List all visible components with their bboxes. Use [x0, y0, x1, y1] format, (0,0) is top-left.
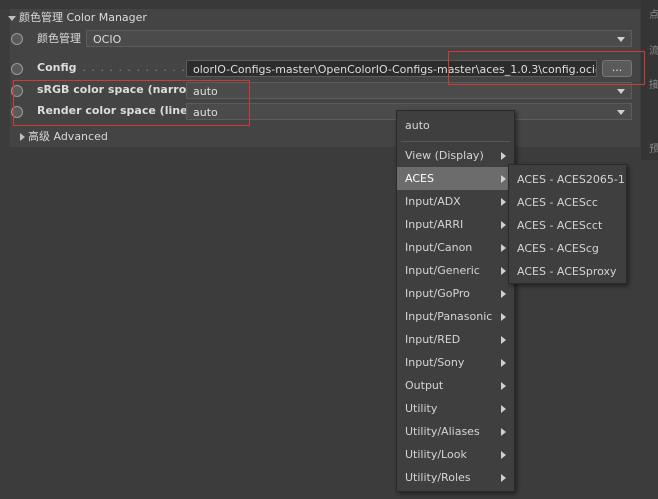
menu-item[interactable]: Input/ARRI — [397, 213, 514, 236]
menu-separator — [401, 141, 510, 142]
submenu-arrow-icon — [501, 336, 506, 344]
submenu-arrow-icon — [501, 451, 506, 459]
menu-item[interactable]: Input/Generic — [397, 259, 514, 282]
submenu-arrow-icon — [501, 267, 506, 275]
right-edge-char: 接 — [649, 80, 658, 91]
submenu-arrow-icon — [501, 382, 506, 390]
menu-item[interactable]: Utility/Roles — [397, 466, 514, 489]
collapse-down-icon — [8, 15, 16, 21]
chevron-down-icon — [617, 37, 625, 42]
submenu-arrow-icon — [501, 474, 506, 482]
annotation-box-config — [448, 51, 645, 85]
menu-item-label: Input/Canon — [405, 241, 473, 254]
submenu-item[interactable]: ACES - ACESproxy — [509, 260, 626, 283]
color-space-menu: auto View (Display) ACES Input/ADX Input… — [396, 110, 515, 492]
submenu-arrow-icon — [501, 152, 506, 160]
menu-item-label: Utility/Roles — [405, 471, 471, 484]
chevron-down-icon — [617, 89, 625, 94]
menu-item[interactable]: Utility/Aliases — [397, 420, 514, 443]
menu-item-highlighted[interactable]: ACES — [397, 167, 514, 190]
config-label-text: Config — [37, 61, 77, 74]
advanced-title: 高级 Advanced — [28, 130, 108, 143]
menu-item-auto[interactable]: auto — [397, 114, 514, 137]
submenu-arrow-icon — [501, 198, 506, 206]
menu-item-label: Input/RED — [405, 333, 461, 346]
menu-item-label: Utility — [405, 402, 438, 415]
section-header[interactable]: 颜色管理 Color Manager — [8, 10, 147, 26]
menu-item-label: Input/Sony — [405, 356, 465, 369]
menu-item[interactable]: Input/Panasonic — [397, 305, 514, 328]
chevron-down-icon — [617, 110, 625, 115]
menu-item[interactable]: Input/RED — [397, 328, 514, 351]
top-strip — [0, 0, 658, 9]
submenu-arrow-icon — [501, 290, 506, 298]
annotation-box-color-spaces — [13, 80, 250, 126]
menu-item-label: ACES — [405, 172, 434, 185]
menu-item[interactable]: Input/Sony — [397, 351, 514, 374]
menu-item[interactable]: View (Display) — [397, 144, 514, 167]
submenu-item[interactable]: ACES - ACEScc — [509, 191, 626, 214]
menu-item-label: Utility/Aliases — [405, 425, 480, 438]
advanced-section-header[interactable]: 高级 Advanced — [20, 129, 108, 145]
submenu-arrow-icon — [501, 405, 506, 413]
menu-item-label: Input/ARRI — [405, 218, 464, 231]
submenu-item[interactable]: ACES - ACEScct — [509, 214, 626, 237]
expand-right-icon — [20, 133, 25, 141]
menu-item[interactable]: Utility — [397, 397, 514, 420]
right-edge-char: 预 — [649, 144, 658, 155]
section-title: 颜色管理 Color Manager — [19, 11, 147, 24]
right-edge-char: 点 — [649, 10, 658, 21]
submenu-arrow-icon — [501, 313, 506, 321]
submenu-arrow-icon — [501, 359, 506, 367]
right-edge-char: 流 — [649, 46, 658, 57]
menu-item-label: Input/GoPro — [405, 287, 470, 300]
aces-submenu: ACES - ACES2065-1 ACES - ACEScc ACES - A… — [508, 164, 627, 284]
color-mgmt-radio[interactable] — [11, 33, 23, 45]
menu-item[interactable]: Input/GoPro — [397, 282, 514, 305]
menu-item-label: Input/Panasonic — [405, 310, 493, 323]
menu-item[interactable]: Utility/Look — [397, 443, 514, 466]
color-mgmt-dropdown[interactable]: OCIO — [86, 30, 632, 47]
menu-item-label: Input/Generic — [405, 264, 480, 277]
submenu-arrow-icon — [501, 244, 506, 252]
color-mgmt-value: OCIO — [93, 33, 122, 46]
config-radio[interactable] — [11, 63, 23, 75]
submenu-item[interactable]: ACES - ACES2065-1 — [509, 168, 626, 191]
submenu-arrow-icon — [501, 221, 506, 229]
submenu-arrow-icon — [501, 175, 506, 183]
menu-item-label: View (Display) — [405, 149, 484, 162]
submenu-item[interactable]: ACES - ACEScg — [509, 237, 626, 260]
menu-item-label: Output — [405, 379, 444, 392]
menu-item[interactable]: Output — [397, 374, 514, 397]
submenu-arrow-icon — [501, 428, 506, 436]
menu-item[interactable]: Input/ADX — [397, 190, 514, 213]
menu-item[interactable]: Input/Canon — [397, 236, 514, 259]
color-mgmt-label: 颜色管理 — [37, 32, 81, 45]
menu-item-label: Input/ADX — [405, 195, 461, 208]
menu-item-label: Utility/Look — [405, 448, 467, 461]
